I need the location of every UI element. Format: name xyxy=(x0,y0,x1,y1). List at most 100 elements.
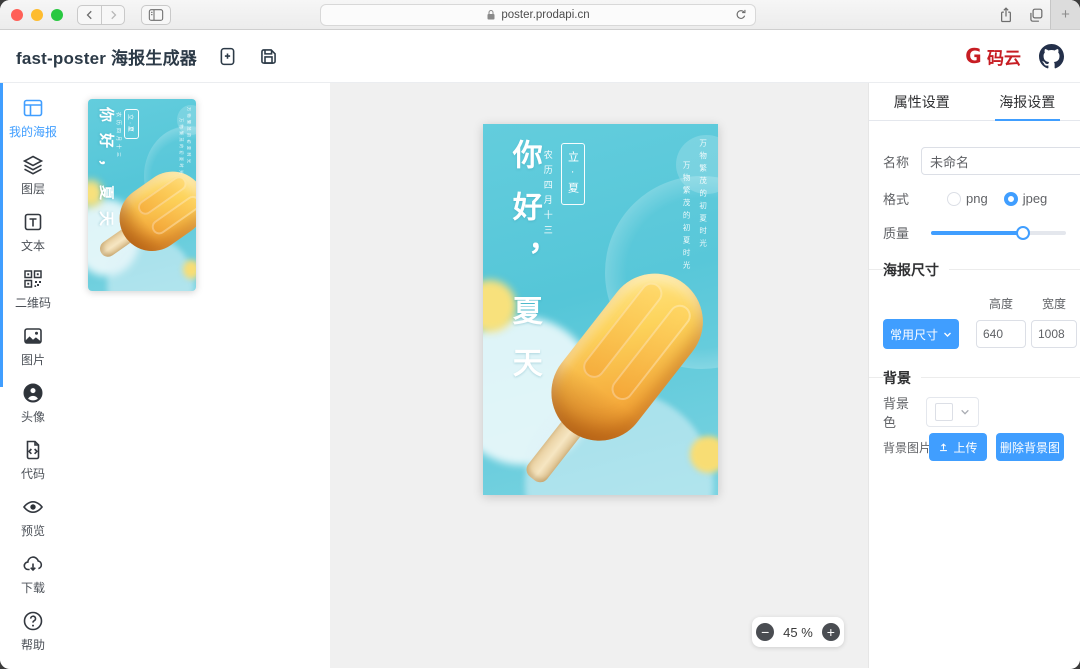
poster-name-input[interactable] xyxy=(921,147,1080,175)
sidebar-item-label: 图层 xyxy=(21,180,45,197)
delete-bg-button[interactable]: 删除背景图 xyxy=(996,433,1064,461)
size-section-divider: 海报尺寸 xyxy=(869,269,1080,270)
share-button[interactable] xyxy=(998,6,1014,24)
bg-color-picker[interactable] xyxy=(926,397,979,427)
github-icon xyxy=(1039,44,1064,69)
settings-panel: 属性设置 海报设置 名称 格式 png jpeg xyxy=(868,83,1080,668)
sidebar-item-label: 图片 xyxy=(21,351,45,368)
settings-tabs: 属性设置 海报设置 xyxy=(869,83,1080,121)
bg-color-row: 背景色 xyxy=(883,393,1066,431)
sidebar-item-preview[interactable]: 预览 xyxy=(21,495,45,539)
editor-canvas[interactable]: 万物繁茂的初夏时光 万物繁茂的初夏时光 立·夏 农历四月十三 你好，夏天 − 4… xyxy=(330,83,868,668)
save-poster-button[interactable] xyxy=(258,46,279,67)
bg-color-label: 背景色 xyxy=(883,393,921,431)
sidebar-item-qrcode[interactable]: 二维码 xyxy=(15,267,51,311)
zoom-out-button[interactable]: − xyxy=(756,623,774,641)
chevron-right-icon xyxy=(107,9,119,21)
board-icon xyxy=(21,96,45,120)
refresh-button[interactable] xyxy=(734,8,748,22)
zoom-window-button[interactable] xyxy=(51,9,63,21)
nav-buttons xyxy=(77,5,125,25)
chevron-down-icon xyxy=(960,407,970,417)
format-label: 格式 xyxy=(883,189,921,208)
poster-slogan[interactable]: 万物繁茂的初夏时光 xyxy=(698,139,709,252)
radio-circle-icon xyxy=(947,192,961,206)
tab-overview-button[interactable] xyxy=(1028,7,1044,23)
poster-list: 万物繁茂的初夏时光 万物繁茂的初夏时光 立·夏 农历四月十三 你好，夏天 xyxy=(66,83,330,668)
sidebar-toggle-button[interactable] xyxy=(141,5,171,25)
poster-solar-term[interactable]: 立·夏 xyxy=(561,143,585,205)
sidebar-item-label: 头像 xyxy=(21,408,45,425)
tab-poster-settings[interactable]: 海报设置 xyxy=(975,83,1080,120)
sidebar-item-layers[interactable]: 图层 xyxy=(21,153,45,197)
width-label: 宽度 xyxy=(1031,295,1077,312)
rail-active-indicator xyxy=(0,83,3,387)
width-input[interactable] xyxy=(1031,320,1077,348)
poster-thumbnail[interactable]: 万物繁茂的初夏时光 万物繁茂的初夏时光 立·夏 农历四月十三 你好，夏天 xyxy=(88,99,196,291)
back-button[interactable] xyxy=(77,5,101,25)
bg-image-row: 背景图片 上传 删除背景图 xyxy=(883,433,1066,461)
radio-png[interactable]: png xyxy=(947,191,988,206)
poster-slogan: 万物繁茂的初夏时光 xyxy=(186,107,192,166)
sidebar-item-avatar[interactable]: 头像 xyxy=(21,381,45,425)
quality-slider[interactable] xyxy=(931,231,1066,235)
new-document-icon xyxy=(217,46,238,67)
app-header-right: G 码云 xyxy=(963,44,1064,69)
sidebar-item-help[interactable]: 帮助 xyxy=(21,609,45,653)
cloud-download-icon xyxy=(21,552,45,576)
sidebar-item-label: 帮助 xyxy=(21,636,45,653)
tool-rail: 我的海报 图层 文本 二维码 图片 头像 xyxy=(0,83,66,668)
sidebar-item-label: 代码 xyxy=(21,465,45,482)
chrome-right-icons xyxy=(998,0,1044,30)
preview-eye-icon xyxy=(21,495,45,519)
poster-title-text[interactable]: 你好，夏天 xyxy=(502,139,546,399)
sidebar-item-label: 文本 xyxy=(21,237,45,254)
upload-label: 上传 xyxy=(953,439,977,456)
sidebar-item-text[interactable]: 文本 xyxy=(21,210,45,254)
radio-selected-icon xyxy=(1004,192,1018,206)
avatar-icon xyxy=(21,381,45,405)
sidebar-item-label: 下载 xyxy=(21,579,45,596)
browser-chrome: poster.prodapi.cn + xyxy=(0,0,1080,30)
bg-image-label: 背景图片 xyxy=(883,439,931,456)
save-icon xyxy=(258,46,279,67)
app-header: fast-poster 海报生成器 G 码云 xyxy=(0,30,1080,83)
poster-artboard[interactable]: 万物繁茂的初夏时光 万物繁茂的初夏时光 立·夏 农历四月十三 你好，夏天 xyxy=(483,124,718,495)
sidebar-item-code[interactable]: 代码 xyxy=(21,438,45,482)
github-link[interactable] xyxy=(1039,44,1064,69)
quality-slider-handle[interactable] xyxy=(1016,226,1030,240)
lock-icon xyxy=(486,9,496,21)
radio-jpeg[interactable]: jpeg xyxy=(1004,191,1048,206)
upload-bg-button[interactable]: 上传 xyxy=(929,433,987,461)
minimize-window-button[interactable] xyxy=(31,9,43,21)
tabs-icon xyxy=(1028,7,1044,23)
gitee-link[interactable]: G 码云 xyxy=(963,44,1021,69)
color-swatch xyxy=(935,403,953,421)
height-input[interactable] xyxy=(976,320,1026,348)
background-section-title: 背景 xyxy=(883,368,921,388)
size-row: 常用尺寸 xyxy=(869,319,1080,349)
sidebar-item-label: 我的海报 xyxy=(9,123,57,140)
preset-size-dropdown[interactable]: 常用尺寸 xyxy=(883,319,959,349)
zoom-in-button[interactable]: + xyxy=(822,623,840,641)
new-tab-button[interactable]: + xyxy=(1050,0,1080,29)
poster-title-text: 你好，夏天 xyxy=(97,107,118,237)
sidebar-item-download[interactable]: 下载 xyxy=(21,552,45,596)
share-icon xyxy=(998,6,1014,24)
radio-png-label: png xyxy=(966,191,988,206)
background-section-divider: 背景 xyxy=(869,377,1080,378)
address-bar[interactable]: poster.prodapi.cn xyxy=(320,4,756,26)
format-row: 格式 png jpeg xyxy=(883,189,1066,208)
tab-attribute-settings[interactable]: 属性设置 xyxy=(869,83,975,120)
sidebar-item-image[interactable]: 图片 xyxy=(21,324,45,368)
forward-button[interactable] xyxy=(101,5,125,25)
poster-slogan[interactable]: 万物繁茂的初夏时光 xyxy=(681,161,692,274)
new-poster-button[interactable] xyxy=(217,46,238,67)
upload-icon xyxy=(938,442,949,453)
browser-window: poster.prodapi.cn + fast-poster 海报生成器 G xyxy=(0,0,1080,669)
layers-icon xyxy=(21,153,45,177)
close-window-button[interactable] xyxy=(11,9,23,21)
preset-size-label: 常用尺寸 xyxy=(890,326,938,343)
address-url: poster.prodapi.cn xyxy=(501,9,589,21)
sidebar-item-my-posters[interactable]: 我的海报 xyxy=(9,96,57,140)
